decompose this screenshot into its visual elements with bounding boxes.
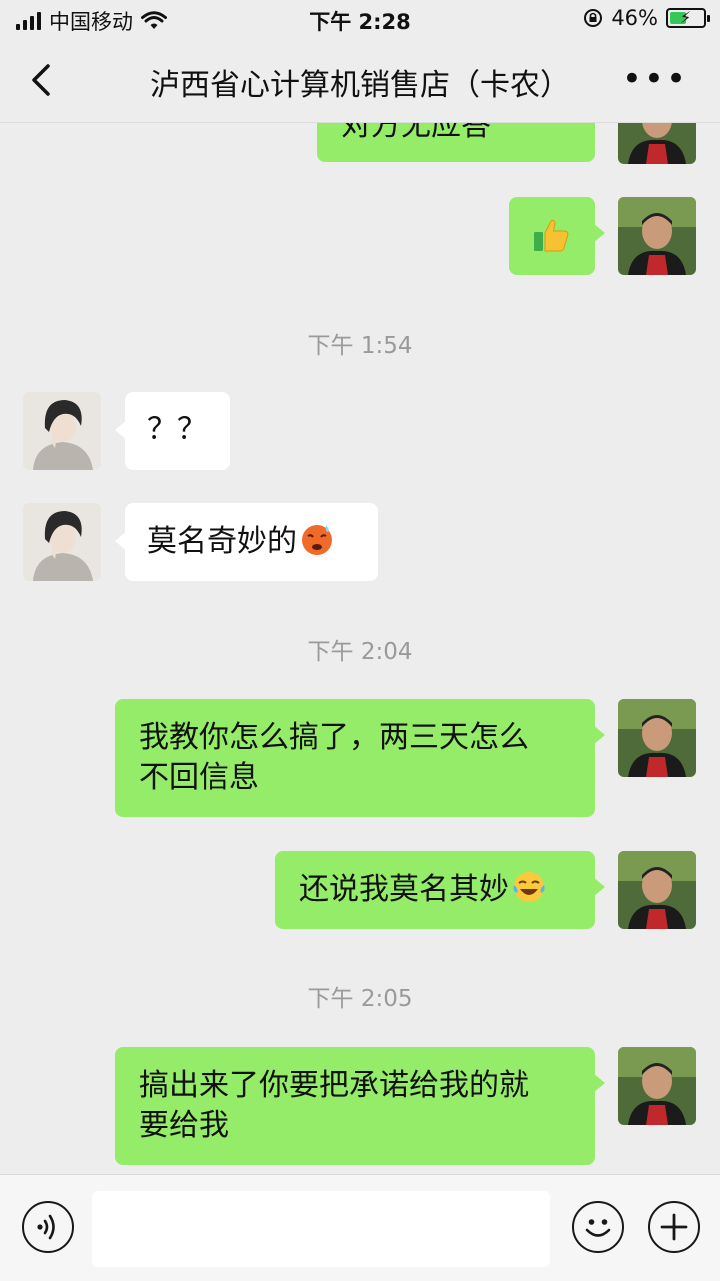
message-text-line: 不回信息 [139,760,259,795]
more-icon[interactable]: ••• [622,62,688,96]
message-text: 还说我莫名其妙 [299,872,509,907]
timestamp: 下午 2:04 [307,639,413,665]
battery-percent: 46% [611,6,658,30]
crying-laugh-icon [513,872,545,902]
message-text: ？？ [147,412,207,447]
orientation-lock-icon [584,9,603,27]
voice-icon[interactable] [22,1201,74,1253]
thumbs-up-icon [534,219,569,252]
status-bar: 中国移动 下午 2:28 46% ⚡ [0,0,720,40]
avatar-me[interactable] [618,699,696,777]
message-bubble[interactable]: 我教你怎么搞了，两三天怎么 不回信息 [115,699,605,817]
message-text: 莫名奇妙的 [147,524,297,559]
chat-header: 泸西省心计算机销售店（卡农） ••• [0,40,720,123]
input-bar [0,1174,720,1281]
timestamp: 下午 1:54 [307,333,413,359]
chat-area[interactable]: 对方无应答 下午 1:54 ？？ 莫名奇妙的 下午 2:04 我教你怎么搞了，两… [0,122,720,1174]
chat-title: 泸西省心计算机销售店（卡农） [150,68,570,103]
avatar-contact[interactable] [23,392,101,470]
battery-charging-icon: ⚡ [666,8,710,28]
plus-icon[interactable] [648,1201,700,1253]
avatar-contact[interactable] [23,503,101,581]
message-text-line: 要给我 [139,1108,229,1143]
message-bubble[interactable]: 搞出来了你要把承诺给我的就 要给我 [115,1047,605,1165]
timestamp: 下午 2:05 [307,986,413,1012]
avatar-me[interactable] [618,197,696,275]
message-bubble[interactable]: ？？ [115,392,230,470]
message-bubble[interactable]: 对方无应答 [317,122,595,162]
avatar-me[interactable] [618,851,696,929]
status-right: 46% ⚡ [583,6,710,30]
message-bubble[interactable]: 还说我莫名其妙 [275,851,605,929]
chevron-left-icon[interactable] [24,60,64,100]
message-input[interactable] [92,1191,550,1267]
avatar-me[interactable] [618,122,696,164]
message-text-line: 我教你怎么搞了，两三天怎么 [139,720,529,755]
message-bubble[interactable] [509,197,605,275]
tired-face-icon [302,525,332,555]
avatar-me[interactable] [618,1047,696,1125]
message-text-line: 搞出来了你要把承诺给我的就 [139,1068,529,1103]
smile-icon[interactable] [572,1201,624,1253]
message-text: 对方无应答 [341,122,491,143]
message-bubble[interactable]: 莫名奇妙的 [115,503,378,581]
